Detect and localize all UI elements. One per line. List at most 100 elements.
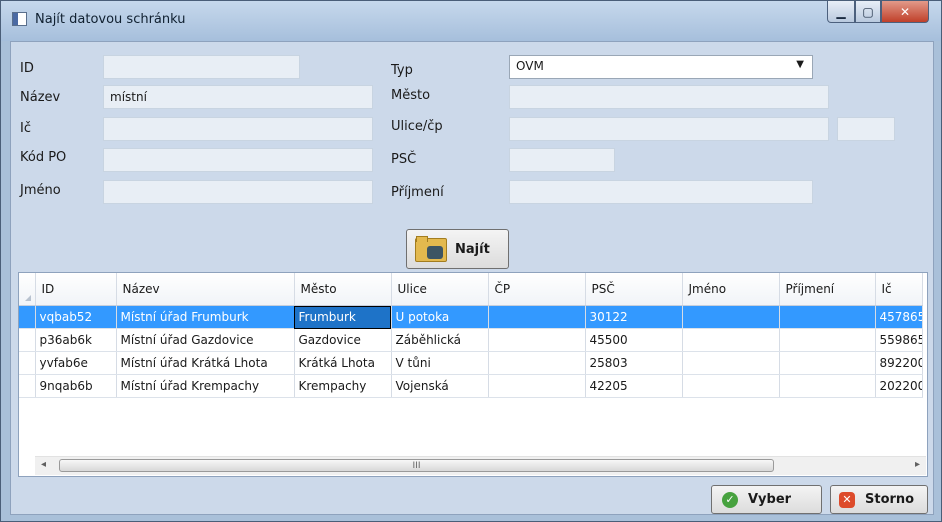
find-button-label: Najít xyxy=(455,241,490,257)
folder-search-icon xyxy=(415,236,447,262)
dialog-body: ID Název Ič Kód PO Jméno Typ OVM ▼ Město… xyxy=(10,41,934,515)
cell-mesto[interactable]: Krempachy xyxy=(294,374,392,398)
select-button[interactable]: ✓ Vyber xyxy=(711,485,822,514)
close-button[interactable]: ✕ xyxy=(881,1,929,23)
cell-psc[interactable]: 45500 xyxy=(585,328,683,352)
cell-mesto[interactable]: Gazdovice xyxy=(294,328,392,352)
cell-ulice[interactable]: U potoka xyxy=(391,305,489,329)
scrollbar-grip: III xyxy=(412,460,421,471)
scroll-left-icon[interactable]: ◂ xyxy=(41,459,46,470)
cell-ulice[interactable]: Záběhlická xyxy=(391,328,489,352)
cell-ulice[interactable]: Vojenská xyxy=(391,374,489,398)
cell-jmeno[interactable] xyxy=(682,374,780,398)
cell-ic[interactable]: 5598659 xyxy=(875,328,923,352)
cell-prijmeni[interactable] xyxy=(779,374,876,398)
window-title: Najít datovou schránku xyxy=(35,12,186,27)
column-header-psc[interactable]: PSČ xyxy=(585,273,683,306)
ulice-label: Ulice/čp xyxy=(391,119,443,134)
find-button[interactable]: Najít xyxy=(406,229,509,269)
ic-input[interactable] xyxy=(103,117,373,141)
cell-jmeno[interactable] xyxy=(682,351,780,375)
cell-jmeno[interactable] xyxy=(682,328,780,352)
psc-label: PSČ xyxy=(391,152,417,167)
psc-input[interactable] xyxy=(509,148,615,172)
ic-label: Ič xyxy=(20,121,31,136)
results-table: ID Název Město Ulice ČP PSČ Jméno Příjme… xyxy=(19,273,923,398)
cancel-button-label: Storno xyxy=(865,492,915,507)
kod-po-input[interactable] xyxy=(103,148,373,172)
cell-prijmeni[interactable] xyxy=(779,305,876,329)
cell-cp[interactable] xyxy=(488,328,586,352)
title-bar: Najít datovou schránku ▁ ▢ ✕ xyxy=(1,1,941,41)
cell-psc[interactable]: 42205 xyxy=(585,374,683,398)
results-grid: ID Název Město Ulice ČP PSČ Jméno Příjme… xyxy=(18,272,928,477)
kod-po-label: Kód PO xyxy=(20,150,67,165)
cell-mesto[interactable]: Frumburk xyxy=(294,305,392,329)
grid-header-row: ID Název Město Ulice ČP PSČ Jméno Příjme… xyxy=(19,273,923,306)
cell-cp[interactable] xyxy=(488,305,586,329)
jmeno-label: Jméno xyxy=(20,183,61,198)
horizontal-scrollbar[interactable]: ◂ III ▸ xyxy=(35,456,926,475)
prijmeni-label: Příjmení xyxy=(391,185,444,200)
cell-prijmeni[interactable] xyxy=(779,328,876,352)
cp-input[interactable] xyxy=(837,117,895,141)
chevron-down-icon: ▼ xyxy=(796,59,804,70)
column-header-cp[interactable]: ČP xyxy=(488,273,586,306)
cell-ic[interactable]: 2022004 xyxy=(875,374,923,398)
cell-id[interactable]: vqbab52 xyxy=(35,305,117,329)
checkmark-icon: ✓ xyxy=(722,491,738,508)
mesto-label: Město xyxy=(391,88,431,103)
cell-psc[interactable]: 25803 xyxy=(585,351,683,375)
row-header[interactable] xyxy=(19,328,36,352)
cell-psc[interactable]: 30122 xyxy=(585,305,683,329)
cell-id[interactable]: p36ab6k xyxy=(35,328,117,352)
prijmeni-input[interactable] xyxy=(509,180,813,204)
select-all-corner[interactable] xyxy=(19,273,36,306)
row-header[interactable] xyxy=(19,305,36,329)
nazev-input[interactable] xyxy=(103,85,373,109)
dialog-window: Najít datovou schránku ▁ ▢ ✕ ID Název Ič… xyxy=(0,0,942,522)
select-button-label: Vyber xyxy=(748,492,792,507)
row-header[interactable] xyxy=(19,351,36,375)
cell-cp[interactable] xyxy=(488,374,586,398)
cell-nazev[interactable]: Místní úřad Krempachy xyxy=(116,374,295,398)
cell-nazev[interactable]: Místní úřad Frumburk xyxy=(116,305,295,329)
cell-id[interactable]: 9nqab6b xyxy=(35,374,117,398)
window-icon xyxy=(12,12,27,26)
ulice-input[interactable] xyxy=(509,117,829,141)
cell-id[interactable]: yvfab6e xyxy=(35,351,117,375)
cancel-button[interactable]: ✕ Storno xyxy=(830,485,928,514)
column-header-nazev[interactable]: Název xyxy=(116,273,295,306)
column-header-ic[interactable]: Ič xyxy=(875,273,923,306)
typ-selected-value: OVM xyxy=(516,59,544,73)
column-header-id[interactable]: ID xyxy=(35,273,117,306)
cell-jmeno[interactable] xyxy=(682,305,780,329)
maximize-button[interactable]: ▢ xyxy=(855,1,881,23)
typ-label: Typ xyxy=(391,63,413,78)
cell-mesto[interactable]: Krátká Lhota xyxy=(294,351,392,375)
table-row[interactable]: yvfab6e Místní úřad Krátká Lhota Krátká … xyxy=(19,351,923,375)
scrollbar-thumb[interactable]: III xyxy=(59,459,774,472)
minimize-button[interactable]: ▁ xyxy=(827,1,855,23)
cancel-icon: ✕ xyxy=(839,491,855,508)
column-header-mesto[interactable]: Město xyxy=(294,273,392,306)
cell-nazev[interactable]: Místní úřad Gazdovice xyxy=(116,328,295,352)
row-header[interactable] xyxy=(19,374,36,398)
column-header-prijmeni[interactable]: Příjmení xyxy=(779,273,876,306)
jmeno-input[interactable] xyxy=(103,180,373,204)
mesto-input[interactable] xyxy=(509,85,829,109)
table-row[interactable]: vqbab52 Místní úřad Frumburk Frumburk U … xyxy=(19,305,923,329)
id-input[interactable] xyxy=(103,55,300,79)
column-header-ulice[interactable]: Ulice xyxy=(391,273,489,306)
cell-ic[interactable]: 8922004 xyxy=(875,351,923,375)
typ-select[interactable]: OVM ▼ xyxy=(509,55,813,79)
cell-prijmeni[interactable] xyxy=(779,351,876,375)
table-row[interactable]: 9nqab6b Místní úřad Krempachy Krempachy … xyxy=(19,374,923,398)
cell-ic[interactable]: 4578659 xyxy=(875,305,923,329)
cell-cp[interactable] xyxy=(488,351,586,375)
column-header-jmeno[interactable]: Jméno xyxy=(682,273,780,306)
cell-ulice[interactable]: V tůni xyxy=(391,351,489,375)
cell-nazev[interactable]: Místní úřad Krátká Lhota xyxy=(116,351,295,375)
table-row[interactable]: p36ab6k Místní úřad Gazdovice Gazdovice … xyxy=(19,328,923,352)
scroll-right-icon[interactable]: ▸ xyxy=(915,459,920,470)
